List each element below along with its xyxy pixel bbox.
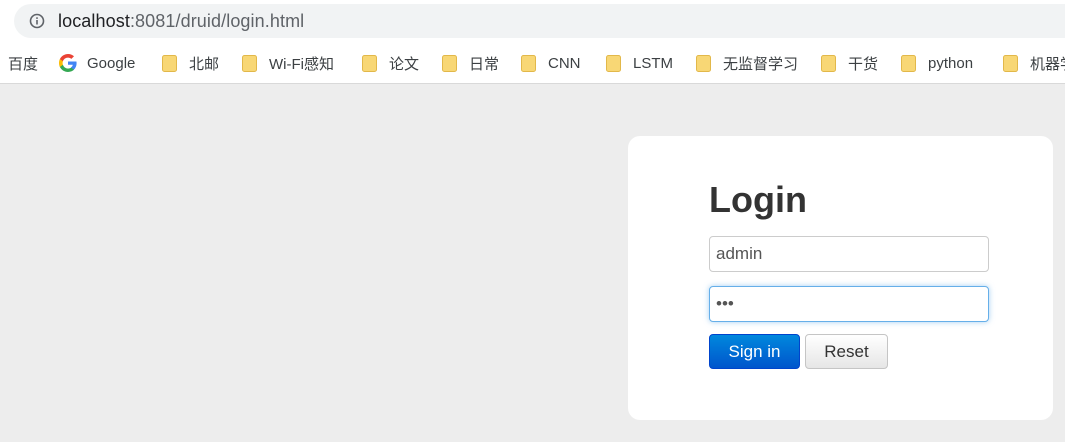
folder-icon xyxy=(521,54,536,72)
url-text[interactable]: localhost:8081/druid/login.html xyxy=(58,11,304,32)
bookmarks-bar: 百度 Google 北邮 Wi-Fi感知 论文 日常 CNN LSTM 无监督学… xyxy=(0,42,1065,84)
folder-icon xyxy=(901,54,916,72)
bookmark-folder-ganhuo[interactable]: 干货 xyxy=(821,52,878,74)
folder-icon xyxy=(242,54,257,72)
bookmark-label: 机器学 xyxy=(1030,55,1065,73)
folder-icon xyxy=(606,54,621,72)
bookmark-label: 日常 xyxy=(469,55,500,73)
bookmark-folder-daily[interactable]: 日常 xyxy=(442,52,499,74)
reset-button[interactable]: Reset xyxy=(805,334,888,369)
bookmark-folder-ml[interactable]: 机器学 xyxy=(1003,52,1065,74)
bookmark-folder-beiyou[interactable]: 北邮 xyxy=(162,52,219,74)
bookmark-folder-cnn[interactable]: CNN xyxy=(521,52,581,74)
bookmark-folder-wifi[interactable]: Wi-Fi感知 xyxy=(242,52,334,74)
folder-icon xyxy=(1003,54,1018,72)
login-card: Login Sign in Reset xyxy=(628,136,1053,420)
bookmark-label: 百度 xyxy=(8,55,39,73)
info-icon[interactable] xyxy=(29,13,45,29)
bookmark-label: CNN xyxy=(548,54,581,72)
url-path: :8081/druid/login.html xyxy=(129,11,305,31)
bookmark-baidu[interactable]: 百度 xyxy=(8,52,38,74)
folder-icon xyxy=(162,54,177,72)
bookmark-label: 干货 xyxy=(848,55,879,73)
address-bar[interactable]: localhost:8081/druid/login.html xyxy=(14,4,1065,38)
bookmark-folder-papers[interactable]: 论文 xyxy=(362,52,419,74)
bookmark-label: Wi-Fi感知 xyxy=(269,55,334,73)
folder-icon xyxy=(362,54,377,72)
folder-icon xyxy=(442,54,457,72)
login-title: Login xyxy=(709,179,807,220)
google-icon xyxy=(59,54,77,72)
sign-in-button[interactable]: Sign in xyxy=(709,334,800,369)
bookmark-folder-python[interactable]: python xyxy=(901,52,973,74)
username-input[interactable] xyxy=(709,236,989,272)
bookmark-label: Google xyxy=(87,54,136,72)
bookmark-folder-unsupervised[interactable]: 无监督学习 xyxy=(696,52,798,74)
browser-toolbar: localhost:8081/druid/login.html xyxy=(0,0,1065,42)
bookmark-label: 论文 xyxy=(389,55,420,73)
bookmark-label: 北邮 xyxy=(189,55,220,73)
bookmark-folder-lstm[interactable]: LSTM xyxy=(606,52,673,74)
password-input[interactable] xyxy=(709,286,989,322)
url-host: localhost xyxy=(58,11,130,31)
bookmark-label: LSTM xyxy=(633,54,674,72)
bookmark-label: 无监督学习 xyxy=(723,55,799,73)
bookmark-google[interactable]: Google xyxy=(59,52,135,74)
bookmark-label: python xyxy=(928,54,974,72)
folder-icon xyxy=(696,54,711,72)
folder-icon xyxy=(821,54,836,72)
